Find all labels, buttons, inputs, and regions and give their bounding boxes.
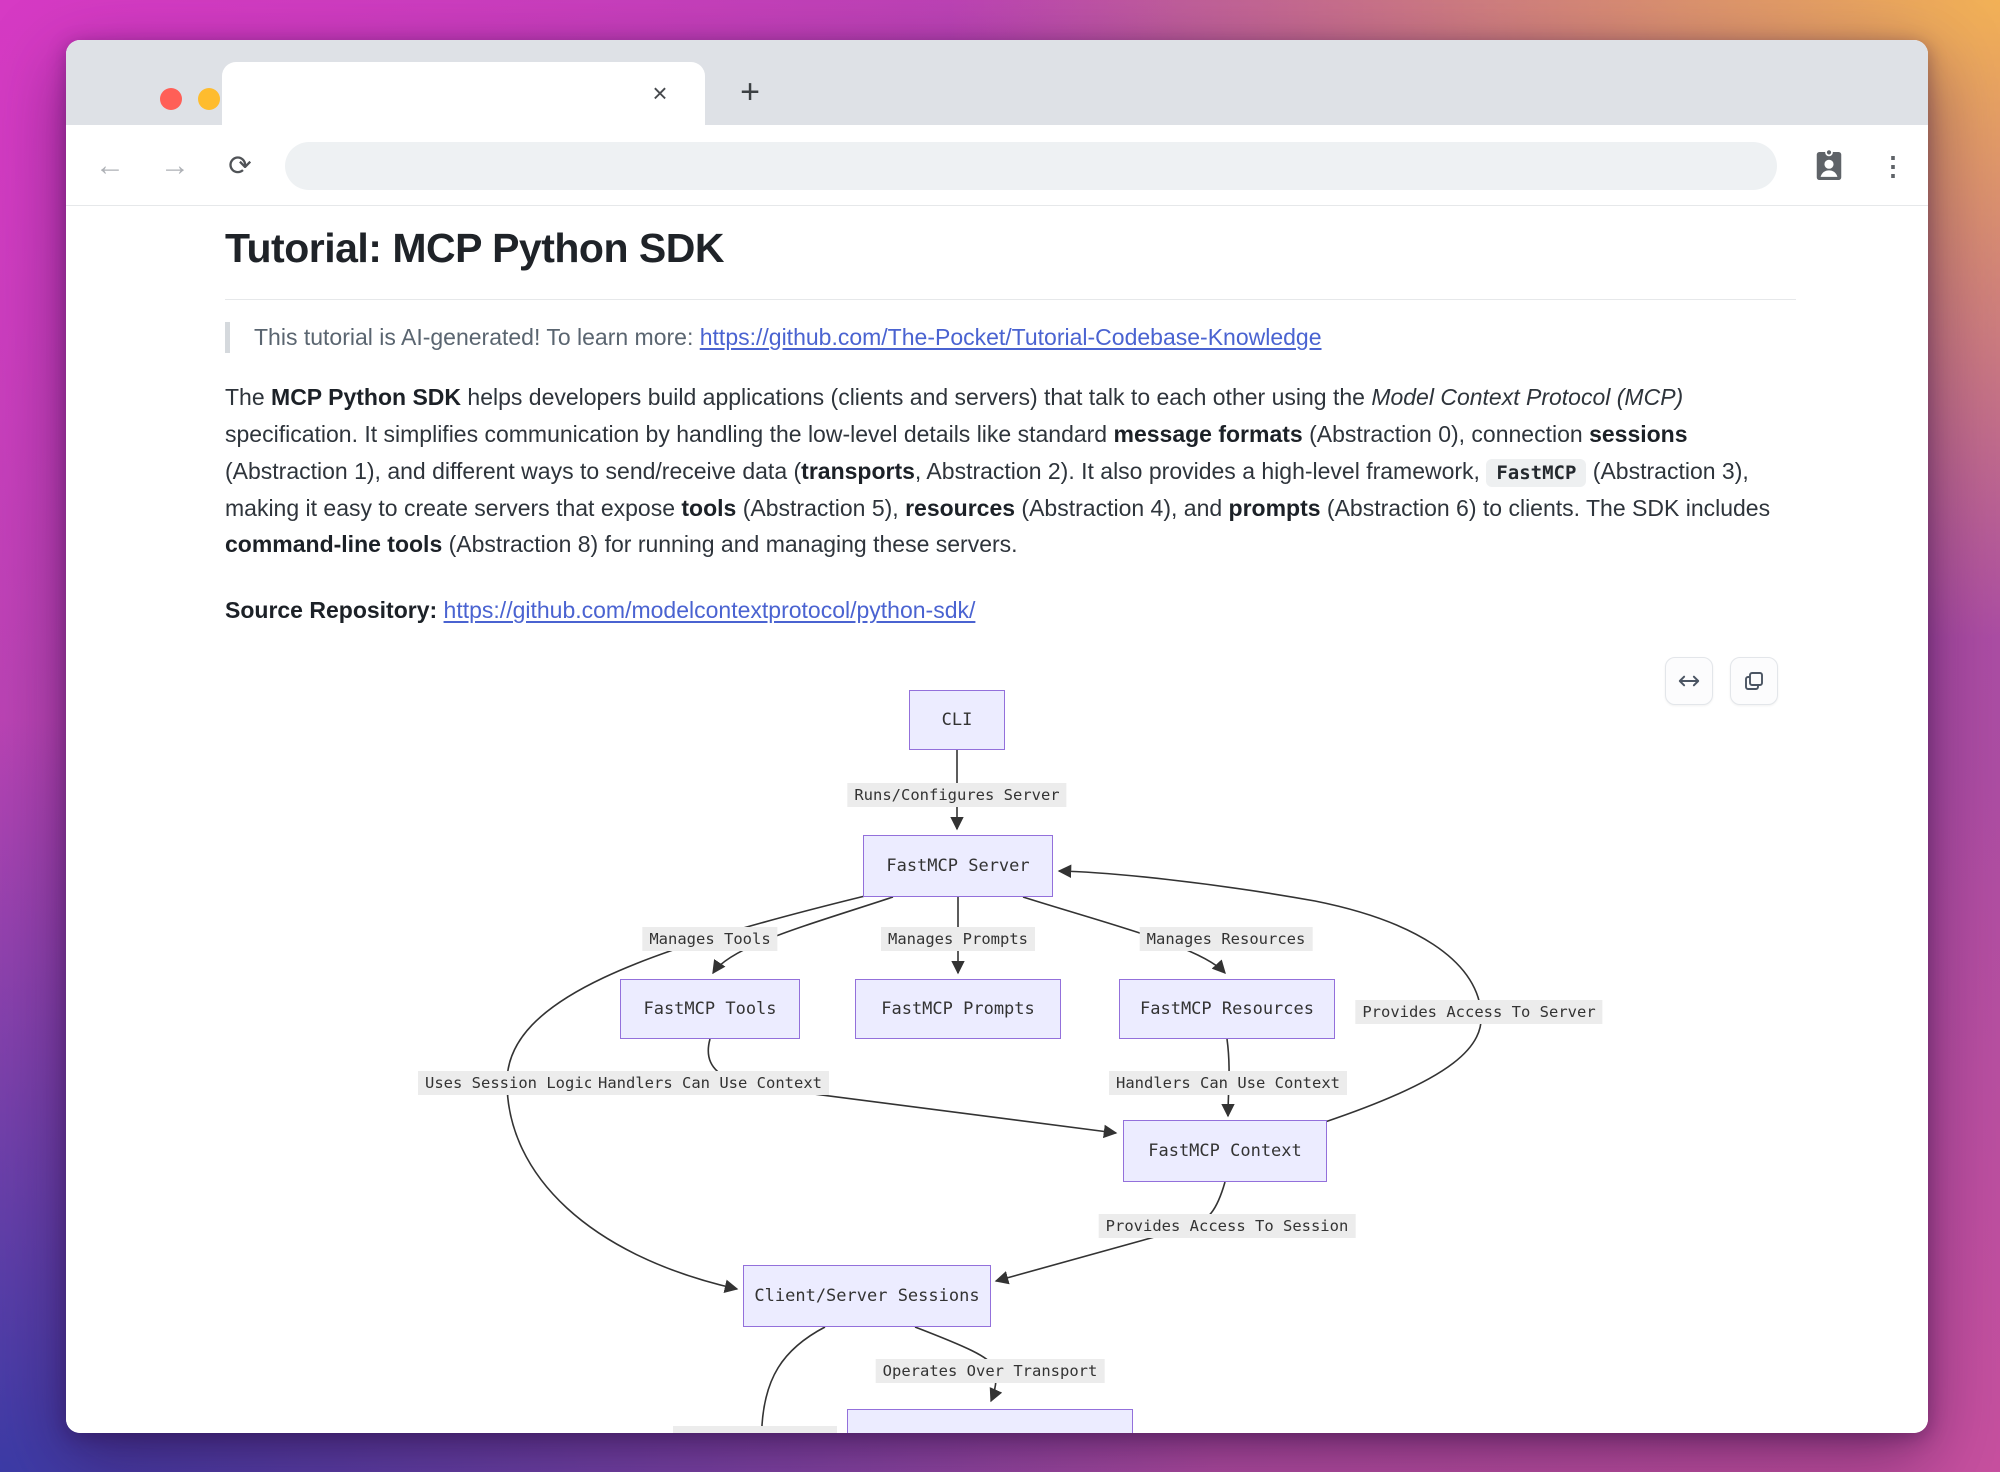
tab-close-icon[interactable]: × xyxy=(643,76,677,110)
text-segment: prompts xyxy=(1229,495,1321,521)
edge-label-provides-access-to-server: Provides Access To Server xyxy=(1355,1000,1602,1024)
address-bar[interactable] xyxy=(285,142,1777,190)
node-fastmcp-prompts: FastMCP Prompts xyxy=(855,979,1061,1039)
expand-arrows-icon xyxy=(1676,668,1702,694)
fastmcp-code-chip: FastMCP xyxy=(1486,459,1586,487)
browser-toolbar: ← → ⟳ ⋮ xyxy=(66,125,1928,206)
text-segment: message formats xyxy=(1114,421,1303,447)
edge-label-handlers-can-use-context-right: Handlers Can Use Context xyxy=(1109,1071,1347,1095)
source-label: Source Repository: xyxy=(225,597,444,623)
text-segment: (Abstraction 1), and different ways to s… xyxy=(225,458,801,484)
edge-label-uses-session-logic: Uses Session Logic xyxy=(418,1071,600,1095)
reload-icon[interactable]: ⟳ xyxy=(221,147,259,185)
new-tab-button[interactable]: + xyxy=(730,72,770,112)
browser-tab[interactable]: × xyxy=(222,62,705,125)
edge-label-operates-over-transport: Operates Over Transport xyxy=(876,1359,1105,1383)
traffic-minimize-button[interactable] xyxy=(198,88,220,110)
text-segment: (Abstraction 6) to clients. The SDK incl… xyxy=(1321,495,1771,521)
edge-label-manages-resources: Manages Resources xyxy=(1140,927,1313,951)
node-fastmcp-tools: FastMCP Tools xyxy=(620,979,800,1039)
edge-label-clipped xyxy=(673,1426,837,1433)
edge-label-handlers-can-use-context-left: Handlers Can Use Context xyxy=(591,1071,829,1095)
source-repository-line: Source Repository: https://github.com/mo… xyxy=(225,597,1796,624)
expand-width-button[interactable] xyxy=(1665,657,1713,705)
edge-label-manages-prompts: Manages Prompts xyxy=(881,927,1035,951)
node-client-server-sessions: Client/Server Sessions xyxy=(743,1265,991,1327)
page-content: Tutorial: MCP Python SDK This tutorial i… xyxy=(66,206,1928,1433)
edge-label-provides-access-to-session: Provides Access To Session xyxy=(1099,1214,1356,1238)
text-segment: sessions xyxy=(1589,421,1687,447)
text-segment: transports xyxy=(801,458,915,484)
page-title: Tutorial: MCP Python SDK xyxy=(225,224,1796,273)
node-fastmcp-server: FastMCP Server xyxy=(863,835,1053,897)
text-segment: resources xyxy=(905,495,1015,521)
text-segment: The xyxy=(225,384,271,410)
text-segment: specification. It simplifies communicati… xyxy=(225,421,1114,447)
browser-window: × + ← → ⟳ ⋮ Tutorial: MCP Python SDK Thi… xyxy=(66,40,1928,1433)
intro-paragraph: The MCP Python SDK helps developers buil… xyxy=(225,379,1796,563)
text-segment: , Abstraction 2). It also provides a hig… xyxy=(915,458,1486,484)
menu-kebab-icon[interactable]: ⋮ xyxy=(1874,147,1912,185)
note-link[interactable]: https://github.com/The-Pocket/Tutorial-C… xyxy=(700,324,1322,350)
node-fastmcp-resources: FastMCP Resources xyxy=(1119,979,1335,1039)
text-segment: (Abstraction 5), xyxy=(736,495,905,521)
profile-icon[interactable] xyxy=(1808,145,1850,187)
tab-strip: × + xyxy=(66,40,1928,125)
edge-sessions-down xyxy=(761,1327,825,1433)
node-fastmcp-context: FastMCP Context xyxy=(1123,1120,1327,1182)
text-segment: (Abstraction 4), and xyxy=(1015,495,1229,521)
ai-note-blockquote: This tutorial is AI-generated! To learn … xyxy=(225,322,1796,353)
copy-diagram-button[interactable] xyxy=(1730,657,1778,705)
mermaid-diagram: CLI FastMCP Server FastMCP Tools FastMCP… xyxy=(225,650,1796,1433)
diagram-edges xyxy=(225,650,1796,1433)
edge-label-manages-tools: Manages Tools xyxy=(642,927,777,951)
text-segment: helps developers build applications (cli… xyxy=(461,384,1371,410)
divider xyxy=(225,299,1796,300)
node-transports-clipped xyxy=(847,1409,1133,1433)
text-segment: command-line tools xyxy=(225,531,442,557)
note-text: This tutorial is AI-generated! To learn … xyxy=(254,324,700,350)
text-segment: (Abstraction 8) for running and managing… xyxy=(442,531,1017,557)
copy-icon xyxy=(1742,669,1766,693)
text-segment: Model Context Protocol (MCP) xyxy=(1371,384,1683,410)
back-icon[interactable]: ← xyxy=(91,147,129,185)
text-segment: MCP Python SDK xyxy=(271,384,461,410)
traffic-close-button[interactable] xyxy=(160,88,182,110)
node-cli: CLI xyxy=(909,690,1005,750)
source-link[interactable]: https://github.com/modelcontextprotocol/… xyxy=(444,597,976,623)
text-segment: tools xyxy=(681,495,736,521)
text-segment: (Abstraction 0), connection xyxy=(1303,421,1589,447)
forward-icon[interactable]: → xyxy=(156,147,194,185)
edge-label-runs-configures-server: Runs/Configures Server xyxy=(847,783,1066,807)
